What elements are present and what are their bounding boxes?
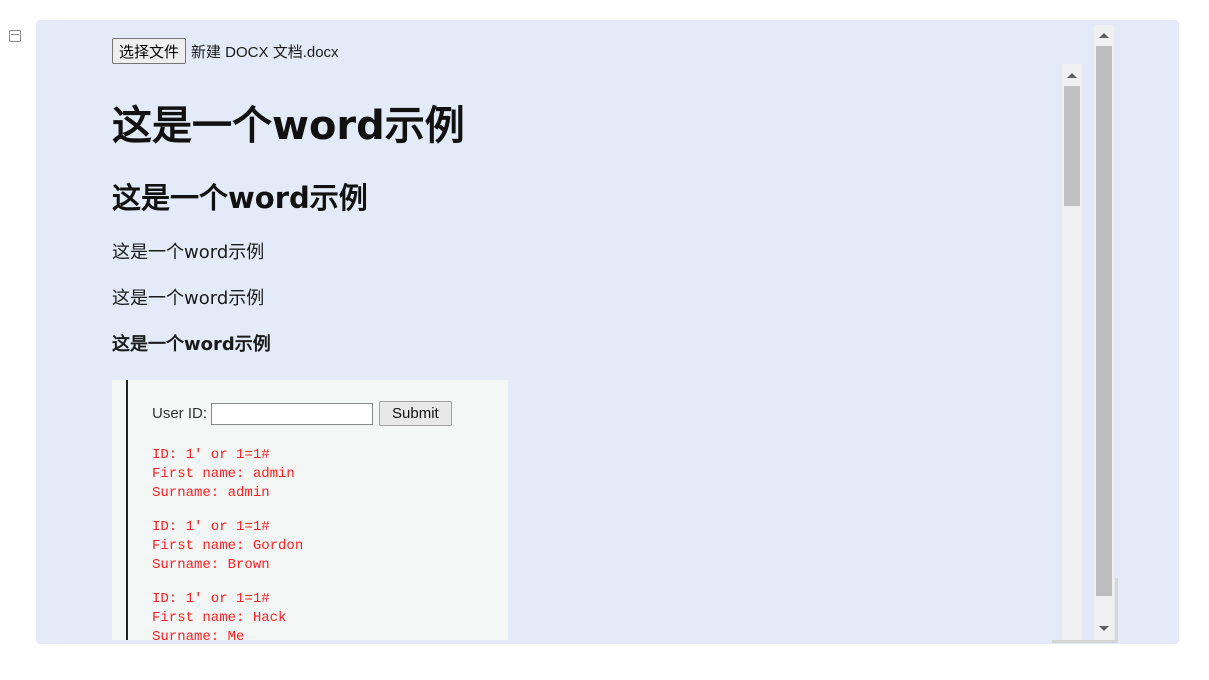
result-first-name: First name: admin (152, 466, 295, 482)
scroll-up-arrow-icon[interactable] (1067, 73, 1077, 78)
result-first-name: First name: Hack (152, 610, 287, 626)
user-id-form: User ID: Submit (152, 401, 452, 426)
result-block: ID: 1' or 1=1# First name: Hack Surname:… (152, 590, 286, 640)
document-paragraph: 这是一个word示例 (112, 242, 265, 263)
outer-scrollbar[interactable] (1094, 25, 1114, 640)
result-first-name: First name: Gordon (152, 538, 304, 554)
result-id: ID: 1' or 1=1# (152, 519, 270, 535)
document-bold-paragraph: 这是一个word示例 (112, 334, 271, 355)
choose-file-button[interactable]: 选择文件 (112, 38, 187, 64)
scroll-up-arrow-icon[interactable] (1099, 33, 1109, 38)
inner-scrollbar[interactable] (1062, 64, 1082, 640)
quote-bar (126, 380, 128, 640)
document-paragraph: 这是一个word示例 (112, 288, 265, 309)
result-surname: Surname: Brown (152, 557, 270, 573)
result-id: ID: 1' or 1=1# (152, 447, 270, 463)
window-icon[interactable] (9, 30, 21, 42)
file-picker: 选择文件 新建 DOCX 文档.docx (112, 38, 339, 64)
result-block: ID: 1' or 1=1# First name: admin Surname… (152, 446, 295, 503)
document-heading-1: 这是一个word示例 (112, 103, 465, 149)
document-heading-2: 这是一个word示例 (112, 181, 368, 215)
user-id-input[interactable] (211, 402, 374, 425)
result-surname: Surname: admin (152, 485, 270, 501)
resize-handle[interactable] (1115, 578, 1118, 642)
resize-handle[interactable] (1052, 640, 1118, 643)
result-surname: Surname: Me (152, 629, 245, 640)
user-id-label: User ID: (152, 405, 208, 422)
submit-button[interactable]: Submit (379, 401, 452, 426)
result-block: ID: 1' or 1=1# First name: Gordon Surnam… (152, 518, 303, 575)
embedded-screenshot: User ID: Submit ID: 1' or 1=1# First nam… (112, 380, 508, 640)
inner-scroll-thumb[interactable] (1064, 86, 1080, 206)
scroll-down-arrow-icon[interactable] (1099, 626, 1109, 631)
document-preview: 选择文件 新建 DOCX 文档.docx 这是一个word示例 这是一个word… (100, 25, 1094, 640)
selected-file-name: 新建 DOCX 文档.docx (191, 43, 339, 61)
result-id: ID: 1' or 1=1# (152, 591, 270, 607)
outer-scroll-thumb[interactable] (1096, 46, 1112, 596)
